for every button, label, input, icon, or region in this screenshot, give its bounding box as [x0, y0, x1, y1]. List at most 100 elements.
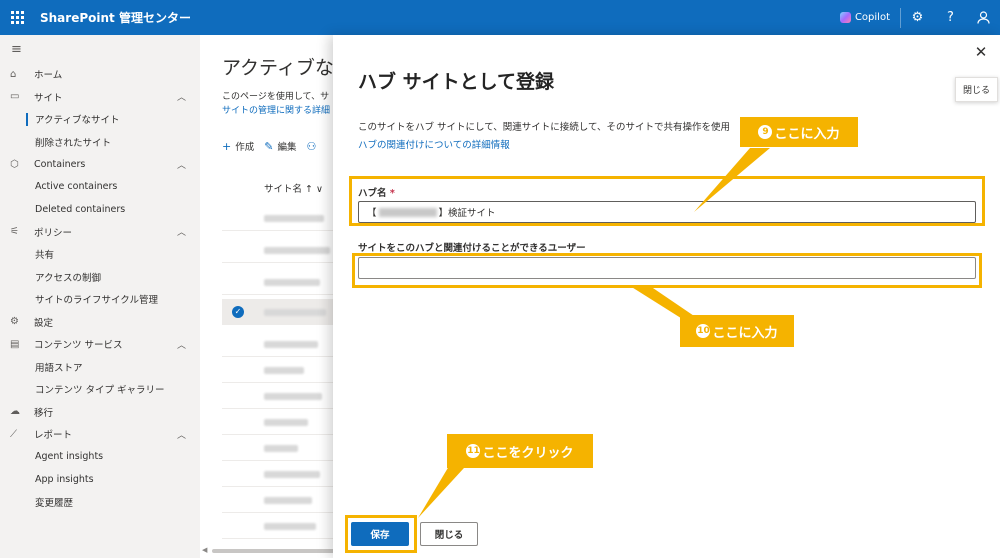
table-row[interactable]	[222, 269, 340, 295]
chevron-up-icon: ︿	[176, 228, 186, 239]
table-row[interactable]	[222, 487, 340, 513]
content-services-icon: ▤	[10, 338, 20, 350]
nav-label: コンテンツ サービス	[34, 340, 123, 352]
page-link[interactable]: サイトの管理に関する詳細	[222, 103, 330, 116]
top-bar: SharePoint 管理センター Copilot ⚙ ?	[0, 0, 1000, 35]
table-row-selected[interactable]: ✓	[222, 299, 340, 325]
nav-content-type-gallery[interactable]: コンテンツ タイプ ギャラリー	[0, 378, 200, 401]
help-icon[interactable]: ?	[934, 0, 967, 35]
edit-label: 編集	[277, 142, 297, 153]
people-icon: ⚇	[306, 139, 317, 153]
redacted-text	[264, 445, 298, 452]
nav-policies[interactable]: ⚟ ポリシー ︿	[0, 221, 200, 244]
close-tooltip: 閉じる	[955, 77, 999, 102]
command-bar: + 作成 ✎ 編集 ⚇	[222, 139, 316, 154]
redacted-text	[264, 367, 304, 374]
nav-sharing[interactable]: 共有	[0, 243, 200, 266]
callout-text: ここに入力	[774, 126, 840, 142]
plus-icon: +	[222, 139, 232, 153]
gear-icon[interactable]: ⚙	[901, 0, 934, 35]
nav-settings[interactable]: ⚙ 設定	[0, 311, 200, 334]
pencil-icon: ✎	[264, 139, 274, 153]
edit-button[interactable]: ✎ 編集	[264, 139, 297, 154]
users-label: サイトをこのハブと関連付けることができるユーザー	[358, 243, 586, 254]
nav-term-store[interactable]: 用語ストア	[0, 356, 200, 379]
highlight-hub-name	[349, 176, 985, 226]
create-button[interactable]: + 作成	[222, 139, 255, 154]
callout-text: ここをクリック	[482, 445, 574, 461]
nav-deleted-sites[interactable]: 削除されたサイト	[0, 131, 200, 154]
close-icon[interactable]: ✕	[970, 41, 992, 63]
migration-icon: ☁	[10, 406, 20, 418]
left-navigation: ≡ ⌂ ホーム ▭ サイト ︿ アクティブなサイト 削除されたサイト ⬡ Contain…	[0, 35, 200, 558]
table-row[interactable]	[222, 461, 340, 487]
copilot-button[interactable]: Copilot	[830, 0, 900, 35]
nav-label: Containers	[34, 158, 86, 170]
table-row[interactable]	[222, 383, 340, 409]
nav-change-history[interactable]: 変更履歴	[0, 491, 200, 514]
nav-reports[interactable]: ⟋ レポート ︿	[0, 423, 200, 446]
hub-association-link[interactable]: ハブの関連付けについての詳細情報	[358, 137, 510, 151]
redacted-text	[264, 215, 324, 222]
table-row[interactable]	[222, 237, 340, 263]
callout-text: ここに入力	[712, 325, 778, 341]
redacted-text	[264, 309, 326, 316]
horizontal-scrollbar[interactable]: ◀	[200, 546, 340, 554]
page-description: このページを使用して、サ	[222, 92, 330, 102]
nav-access-control[interactable]: アクセスの制御	[0, 266, 200, 289]
nav-label: 設定	[34, 317, 54, 329]
callout-step-9: 9 ここに入力	[740, 117, 858, 147]
scrollbar-thumb[interactable]	[212, 549, 340, 553]
callout-step-10: 10 ここに入力	[680, 315, 794, 347]
chevron-up-icon: ︿	[176, 430, 186, 441]
nav-label: ポリシー	[34, 227, 73, 239]
person-icon[interactable]	[967, 0, 1000, 35]
table-row[interactable]	[222, 357, 340, 383]
create-label: 作成	[235, 142, 255, 153]
checkmark-icon[interactable]: ✓	[232, 306, 244, 318]
table-row[interactable]	[222, 205, 340, 231]
nav-site-lifecycle[interactable]: サイトのライフサイクル管理	[0, 288, 200, 311]
table-row[interactable]	[222, 331, 340, 357]
callout-step-11: 11 ここをクリック	[447, 434, 593, 468]
step-number: 11	[466, 444, 481, 458]
nav-active-sites[interactable]: アクティブなサイト	[0, 108, 200, 131]
redacted-text	[264, 471, 320, 478]
nav-deleted-containers[interactable]: Deleted containers	[0, 198, 200, 221]
nav-label: 移行	[34, 407, 54, 419]
nav-sites[interactable]: ▭ サイト ︿	[0, 86, 200, 109]
membership-button[interactable]: ⚇	[306, 139, 316, 153]
app-title[interactable]: SharePoint 管理センター	[40, 9, 191, 26]
waffle-icon[interactable]	[0, 0, 35, 35]
hamburger-menu-icon[interactable]: ≡	[0, 35, 200, 63]
chevron-up-icon: ︿	[176, 93, 186, 104]
redacted-text	[264, 523, 316, 530]
scroll-left-icon[interactable]: ◀	[202, 546, 207, 554]
sites-icon: ▭	[10, 91, 20, 103]
nav-app-insights[interactable]: App insights	[0, 468, 200, 491]
chevron-up-icon: ︿	[176, 340, 186, 351]
nav-home[interactable]: ⌂ ホーム	[0, 63, 200, 86]
reports-icon: ⟋	[10, 428, 17, 440]
settings-icon: ⚙	[10, 316, 19, 328]
nav-label: サイト	[34, 92, 63, 104]
highlight-save-button	[345, 515, 417, 553]
containers-icon: ⬡	[10, 158, 19, 170]
step-number: 10	[696, 324, 711, 338]
nav-agent-insights[interactable]: Agent insights	[0, 446, 200, 469]
redacted-text	[264, 279, 320, 286]
page-title: アクティブな	[222, 57, 334, 79]
column-header-site-name[interactable]: サイト名 ↑ ∨	[264, 181, 323, 195]
table-row[interactable]	[222, 513, 340, 539]
close-button[interactable]: 閉じる	[420, 522, 478, 546]
redacted-text	[264, 247, 330, 254]
nav-containers[interactable]: ⬡ Containers ︿	[0, 153, 200, 176]
nav-migration[interactable]: ☁ 移行	[0, 401, 200, 424]
nav-active-containers[interactable]: Active containers	[0, 176, 200, 199]
table-row[interactable]	[222, 435, 340, 461]
nav-content-services[interactable]: ▤ コンテンツ サービス ︿	[0, 333, 200, 356]
table-row[interactable]	[222, 409, 340, 435]
redacted-text	[264, 497, 312, 504]
main-content: アクティブな このページを使用して、サ サイトの管理に関する詳細 + 作成 ✎ 編集…	[200, 35, 340, 558]
copilot-icon	[839, 12, 851, 23]
